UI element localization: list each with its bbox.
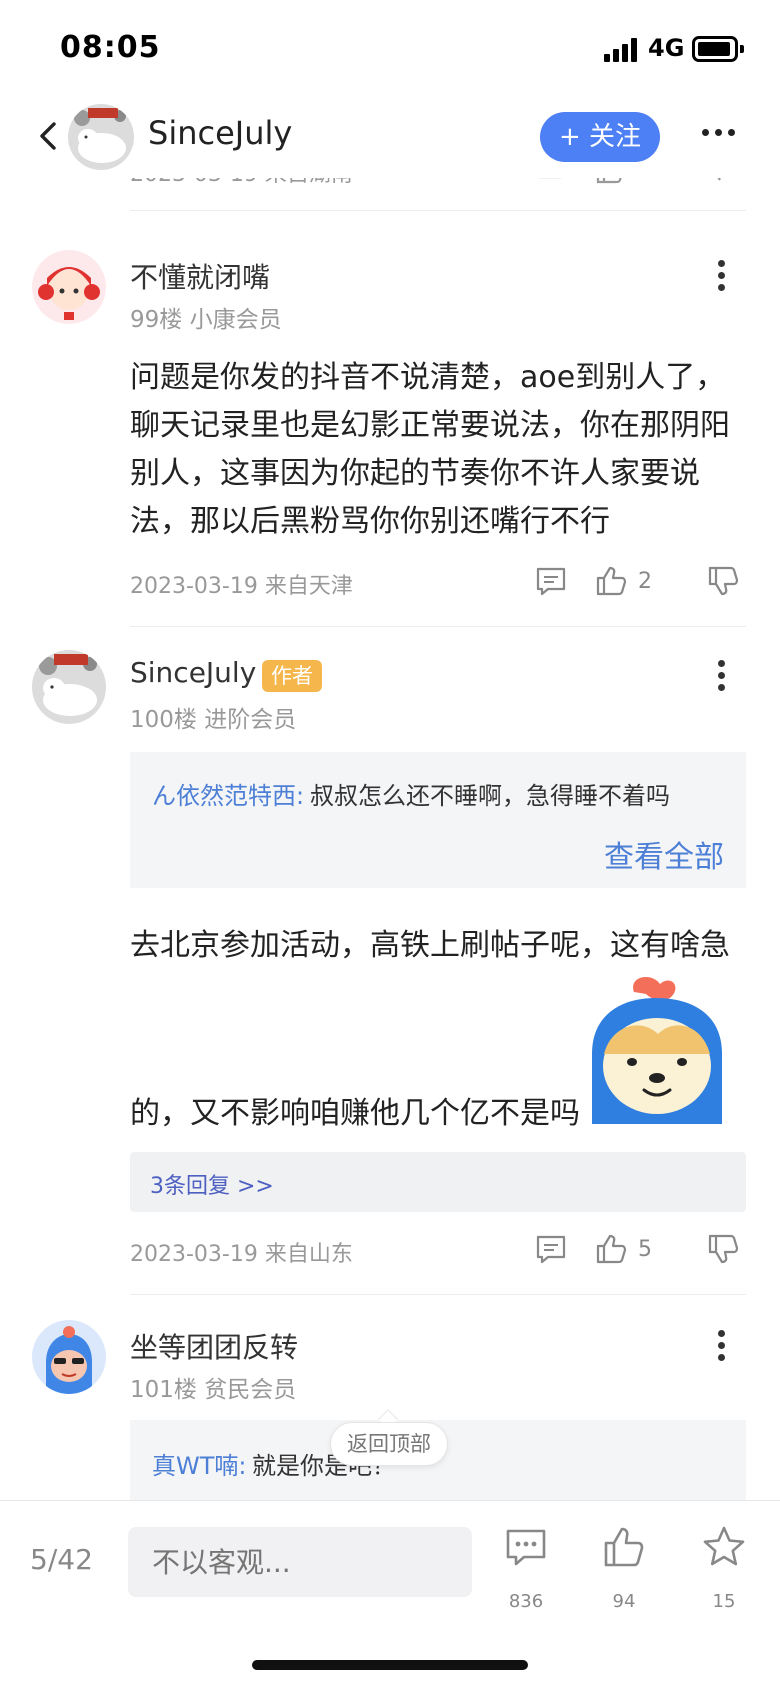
username-100[interactable]: SinceJuly (130, 656, 256, 689)
divider (130, 1294, 746, 1295)
floor-level-99: 99楼 小康会员 (130, 307, 282, 333)
quote-text: 叔叔怎么还不睡啊，急得睡不着吗 (310, 782, 670, 810)
replies-box[interactable]: 3条回复 >> (130, 1152, 746, 1212)
author-badge: 作者 (262, 660, 322, 692)
quoted-reply[interactable]: ん依然范特西: 叔叔怎么还不睡啊，急得睡不着吗 查看全部 (130, 752, 746, 888)
post-options-icon[interactable] (718, 660, 726, 692)
thumbs-down-icon[interactable] (706, 1232, 740, 1266)
post-date-100: 2023-03-19 来自山东 (130, 1242, 353, 1267)
status-time: 08:05 (60, 30, 161, 65)
back-to-top-button[interactable]: 返回顶部 (330, 1422, 448, 1466)
sticker-emoji (592, 977, 722, 1124)
reply-input[interactable] (128, 1527, 472, 1597)
thumbs-up-icon[interactable] (594, 564, 628, 598)
user-avatar-100[interactable] (32, 650, 106, 724)
more-options-icon[interactable] (702, 126, 736, 138)
header-title: SinceJuly (148, 114, 293, 152)
favorite-button[interactable]: 15 (692, 1525, 756, 1617)
comment-icon[interactable] (534, 564, 568, 598)
post-options-icon[interactable] (718, 260, 726, 292)
signal-icon (604, 38, 640, 62)
post-options-icon[interactable] (718, 1330, 726, 1362)
divider (130, 210, 746, 211)
post-content-100-line2: 的，又不影响咱赚他几个亿不是吗 (130, 1096, 580, 1131)
post-content-100-line1: 去北京参加活动，高铁上刷帖子呢，这有啥急 (130, 928, 730, 963)
follow-button[interactable]: + 关注 (540, 112, 660, 162)
floor-level-101: 101楼 贫民会员 (130, 1377, 297, 1403)
post-footer-100: 2023-03-19 来自山东 5 (130, 1232, 746, 1268)
thumbs-up-icon[interactable] (594, 1232, 628, 1266)
post-footer-99: 2023-03-19 来自天津 2 (130, 564, 746, 600)
top-navigation-bar: SinceJuly + 关注 (0, 96, 780, 178)
quote-username[interactable]: 真WT喃: (152, 1446, 246, 1481)
like-count-100: 5 (638, 1237, 652, 1262)
page-indicator[interactable]: 5/42 (30, 1543, 93, 1576)
comment-icon[interactable] (534, 1232, 568, 1266)
star-icon (703, 1526, 745, 1566)
battery-icon (692, 36, 744, 62)
stars-count: 15 (712, 1591, 736, 1612)
username-99[interactable]: 不懂就闭嘴 (130, 256, 270, 296)
floor-level-100: 100楼 进阶会员 (130, 707, 297, 733)
thumbs-up-icon (604, 1527, 644, 1567)
comments-button[interactable]: 836 (494, 1525, 558, 1617)
like-count-99: 2 (638, 569, 652, 594)
home-indicator (252, 1660, 528, 1670)
network-type: 4G (648, 34, 685, 62)
username-101[interactable]: 坐等团团反转 (130, 1326, 298, 1366)
comment-icon (506, 1529, 546, 1566)
likes-count: 94 (612, 1591, 636, 1612)
view-replies-link[interactable]: 3条回复 >> (150, 1168, 274, 1200)
divider (130, 626, 746, 627)
post-content-99: 问题是你发的抖音不说清楚，aoe到别人了，聊天记录里也是幻影正常要说法，你在那阴… (130, 360, 730, 539)
see-all-link[interactable]: 查看全部 (604, 832, 724, 876)
back-arrow-icon[interactable] (34, 118, 64, 154)
status-bar: 08:05 4G (0, 0, 780, 96)
header-avatar[interactable] (68, 104, 134, 170)
comments-count: 836 (508, 1591, 544, 1612)
quote-username[interactable]: ん依然范特西: (152, 776, 304, 811)
post-date-99: 2023-03-19 来自天津 (130, 574, 353, 599)
thumbs-down-icon[interactable] (706, 564, 740, 598)
user-avatar-99[interactable] (32, 250, 106, 324)
user-avatar-101[interactable] (32, 1320, 106, 1394)
like-button[interactable]: 94 (592, 1525, 656, 1617)
